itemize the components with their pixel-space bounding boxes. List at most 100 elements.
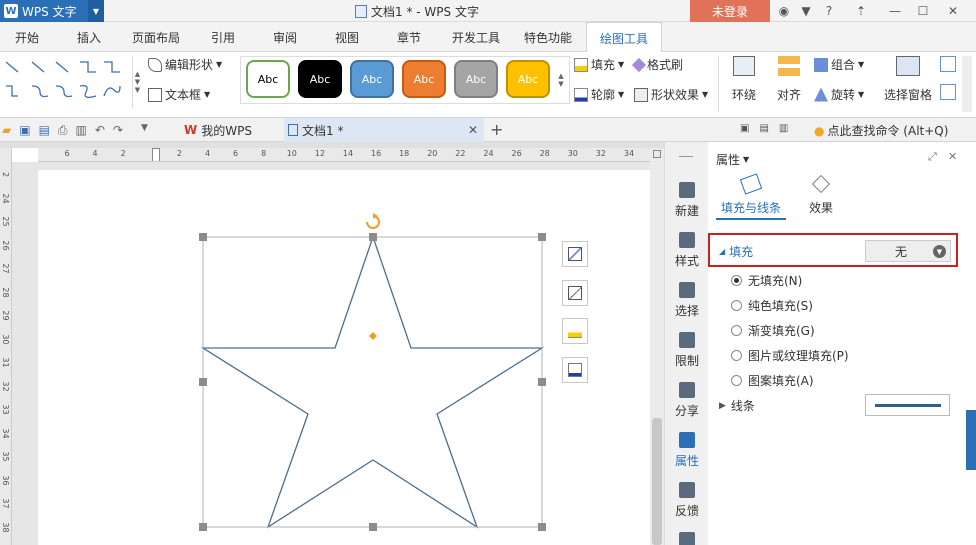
- radio-pattern-fill[interactable]: 图案填充(A): [731, 372, 814, 389]
- radio-no-fill[interactable]: 无填充(N): [731, 272, 802, 289]
- line-section-label: 线条: [730, 399, 755, 413]
- fill-type-dropdown[interactable]: 无 ▼: [865, 240, 951, 262]
- handle-top-left[interactable]: [199, 233, 207, 241]
- group-label: 组合: [831, 58, 856, 72]
- panel-title[interactable]: 属性 ▼: [716, 151, 749, 168]
- radio-picture-fill-label: 图片或纹理填充(P): [748, 349, 849, 363]
- upload-icon[interactable]: ⇡: [852, 2, 870, 20]
- handle-middle-left[interactable]: [199, 378, 207, 386]
- strip-style-label: 样式: [674, 254, 699, 268]
- help-button[interactable]: ?: [820, 2, 838, 20]
- wrap-button[interactable]: 环绕: [730, 56, 758, 112]
- chevron-down-icon: ▼: [858, 90, 865, 99]
- layout-options-button[interactable]: [562, 241, 588, 267]
- vertical-scrollbar[interactable]: [650, 148, 664, 545]
- handle-bottom-left[interactable]: [199, 523, 207, 531]
- strip-select[interactable]: 选择: [665, 282, 709, 319]
- lightbulb-icon: ●: [814, 123, 825, 138]
- radio-no-fill-dot[interactable]: [731, 275, 742, 286]
- login-button[interactable]: 未登录: [690, 0, 770, 22]
- handle-bottom-center[interactable]: [369, 523, 377, 531]
- close-button[interactable]: ✕: [944, 2, 962, 20]
- search-command[interactable]: ● 点此查找命令 (Alt+Q): [814, 122, 948, 139]
- expand-triangle-icon: ▶: [719, 400, 726, 411]
- handle-middle-right[interactable]: [538, 378, 546, 386]
- adjust-handle[interactable]: [369, 332, 377, 340]
- style-icon: [679, 232, 695, 248]
- radio-solid-fill-dot[interactable]: [731, 300, 742, 311]
- strip-select-label: 选择: [674, 304, 699, 318]
- maximize-button[interactable]: ☐: [914, 2, 932, 20]
- selection-pane-label: 选择窗格: [883, 88, 932, 102]
- tab-tool-1-icon[interactable]: ▣: [740, 123, 749, 134]
- radio-pattern-fill-label: 图案填充(A): [748, 374, 814, 388]
- panel-title-text: 属性: [716, 153, 741, 167]
- fill-float-button[interactable]: [562, 318, 588, 344]
- skin-icon[interactable]: ◉: [775, 2, 793, 20]
- strip-new-label: 新建: [674, 204, 699, 218]
- strip-properties[interactable]: 属性: [665, 432, 709, 469]
- search-command-label: 点此查找命令 (Alt+Q): [827, 124, 949, 138]
- wrap-label: 环绕: [731, 88, 756, 102]
- selection-pane-button[interactable]: 选择窗格: [878, 56, 938, 112]
- radio-picture-fill[interactable]: 图片或纹理填充(P): [731, 347, 849, 364]
- radio-solid-fill[interactable]: 纯色填充(S): [731, 297, 813, 314]
- minimize-button[interactable]: —: [886, 2, 904, 20]
- strip-new[interactable]: 新建: [665, 182, 709, 219]
- line-section-header[interactable]: ▶ 线条: [719, 397, 755, 414]
- handle-top-center[interactable]: [369, 233, 377, 241]
- rotate-handle[interactable]: [366, 213, 380, 229]
- tab-fill-and-line-label: 填充与线条: [720, 201, 781, 215]
- strip-feedback[interactable]: 反馈: [665, 482, 709, 519]
- tab-effect[interactable]: 效果: [800, 174, 842, 220]
- strip-restrict[interactable]: 限制: [665, 332, 709, 369]
- handle-bottom-right[interactable]: [538, 523, 546, 531]
- radio-pattern-fill-dot[interactable]: [731, 375, 742, 386]
- strip-feedback-label: 反馈: [674, 504, 699, 518]
- scroll-thumb[interactable]: [652, 418, 662, 545]
- bring-forward-icon[interactable]: [940, 56, 956, 72]
- align-button[interactable]: 对齐: [772, 56, 806, 112]
- rotate-button[interactable]: 旋转 ▼: [814, 86, 864, 103]
- collapse-triangle-icon: ◢: [719, 247, 726, 256]
- strip-share[interactable]: 分享: [665, 382, 709, 419]
- radio-no-fill-label: 无填充(N): [748, 274, 803, 288]
- send-backward-icon[interactable]: [940, 84, 956, 100]
- radio-gradient-fill[interactable]: 渐变填充(G): [731, 322, 815, 339]
- close-panel-icon[interactable]: ✕: [948, 150, 957, 163]
- select-icon: [679, 282, 695, 298]
- radio-picture-fill-dot[interactable]: [731, 350, 742, 361]
- strip-properties-label: 属性: [674, 454, 699, 468]
- panel-edge-tab[interactable]: [966, 410, 976, 470]
- tab-tool-3-icon[interactable]: ▥: [779, 123, 788, 134]
- ribbon-scroll[interactable]: [962, 56, 972, 112]
- more-icon: [679, 532, 695, 545]
- chevron-down-icon: ▼: [933, 245, 946, 258]
- star-shape[interactable]: [200, 234, 545, 529]
- fill-section-header[interactable]: ◢ 填充: [719, 243, 753, 260]
- strip-style[interactable]: 样式: [665, 232, 709, 269]
- feedback-icon: [679, 482, 695, 498]
- selection-frame: [202, 236, 543, 528]
- outline-float-button[interactable]: [562, 357, 588, 383]
- edit-shape-float-button[interactable]: [562, 280, 588, 306]
- shirt-icon[interactable]: ▼: [797, 2, 815, 20]
- paint-bucket-icon: [568, 324, 582, 338]
- rotate-label: 旋转: [831, 88, 856, 102]
- tab-tool-2-icon[interactable]: ▤: [759, 123, 768, 134]
- align-icon: [778, 56, 800, 76]
- rotate-icon: [814, 87, 828, 102]
- split-view-icon[interactable]: [653, 150, 661, 158]
- line-style-preview[interactable]: [865, 394, 950, 416]
- handle-top-right[interactable]: [538, 233, 546, 241]
- group-icon: [814, 57, 828, 72]
- resize-handles[interactable]: [199, 233, 546, 531]
- group-button[interactable]: 组合 ▼: [814, 56, 864, 73]
- cube-icon: [811, 174, 831, 194]
- tab-fill-and-line[interactable]: 填充与线条: [716, 173, 786, 220]
- share-icon: [679, 382, 695, 398]
- strip-more[interactable]: [665, 532, 709, 545]
- line-color-swatch: [874, 403, 941, 407]
- radio-gradient-fill-dot[interactable]: [731, 325, 742, 336]
- undock-icon[interactable]: ⤢: [928, 150, 937, 164]
